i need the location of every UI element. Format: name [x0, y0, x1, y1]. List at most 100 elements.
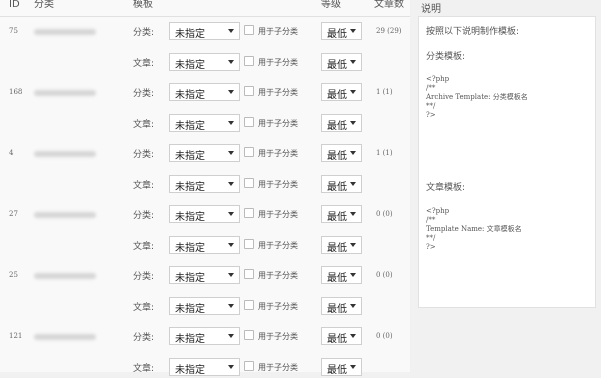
- select-value: 未指定: [175, 182, 205, 193]
- article-level-select[interactable]: 最低: [321, 236, 362, 254]
- dropdown-arrow-icon: [350, 182, 356, 186]
- select-value: 最低: [327, 334, 347, 345]
- header-divider: [0, 16, 410, 17]
- dropdown-arrow-icon: [228, 121, 234, 125]
- article-template-subrow: 文章: 未指定 用于子分类 最低: [0, 114, 410, 134]
- subcategory-checkbox-label: 用于子分类: [258, 241, 298, 250]
- select-value: 未指定: [175, 273, 205, 284]
- category-template-select[interactable]: 未指定: [169, 83, 240, 101]
- category-template-select[interactable]: 未指定: [169, 327, 240, 345]
- subcategory-checkbox-label: 用于子分类: [258, 302, 298, 311]
- select-value: 未指定: [175, 121, 205, 132]
- subcategory-checkbox[interactable]: [244, 56, 254, 66]
- category-label: 分类:: [133, 150, 155, 160]
- article-template-subrow: 文章: 未指定 用于子分类 最低: [0, 175, 410, 195]
- select-value: 最低: [327, 273, 347, 284]
- category-level-select[interactable]: 最低: [321, 327, 362, 345]
- category-template-select[interactable]: 未指定: [169, 266, 240, 284]
- article-template-select[interactable]: 未指定: [169, 358, 240, 376]
- dropdown-arrow-icon: [350, 121, 356, 125]
- subcategory-checkbox[interactable]: [244, 330, 254, 340]
- subcategory-checkbox[interactable]: [244, 25, 254, 35]
- category-label: 分类:: [133, 272, 155, 282]
- article-level-select[interactable]: 最低: [321, 175, 362, 193]
- article-template-subrow: 文章: 未指定 用于子分类 最低: [0, 297, 410, 317]
- code-line: <?php: [426, 207, 450, 215]
- category-level-select[interactable]: 最低: [321, 22, 362, 40]
- dropdown-arrow-icon: [228, 29, 234, 33]
- select-value: 未指定: [175, 304, 205, 315]
- dropdown-arrow-icon: [350, 243, 356, 247]
- category-template-subrow: 分类: 未指定 用于子分类 最低: [0, 327, 410, 347]
- dropdown-arrow-icon: [228, 334, 234, 338]
- dropdown-arrow-icon: [228, 212, 234, 216]
- article-template-select[interactable]: 未指定: [169, 53, 240, 71]
- subcategory-checkbox-label: 用于子分类: [258, 332, 298, 341]
- dropdown-arrow-icon: [228, 182, 234, 186]
- article-level-select[interactable]: 最低: [321, 297, 362, 315]
- subcategory-checkbox[interactable]: [244, 239, 254, 249]
- article-label: 文章:: [133, 59, 155, 69]
- code-line: /**: [426, 84, 436, 92]
- subcategory-checkbox[interactable]: [244, 86, 254, 96]
- article-level-select[interactable]: 最低: [321, 114, 362, 132]
- select-value: 未指定: [175, 212, 205, 223]
- article-template-select[interactable]: 未指定: [169, 236, 240, 254]
- subcategory-checkbox[interactable]: [244, 117, 254, 127]
- category-level-select[interactable]: 最低: [321, 83, 362, 101]
- subcategory-checkbox[interactable]: [244, 147, 254, 157]
- article-level-select[interactable]: 最低: [321, 358, 362, 376]
- article-template-select[interactable]: 未指定: [169, 114, 240, 132]
- category-level-select[interactable]: 最低: [321, 205, 362, 223]
- code-line: /**: [426, 216, 436, 224]
- code-line: Archive Template: 分类模板名: [426, 93, 528, 101]
- article-template-subrow: 文章: 未指定 用于子分类 最低: [0, 53, 410, 73]
- dropdown-arrow-icon: [228, 60, 234, 64]
- dropdown-arrow-icon: [228, 273, 234, 277]
- subcategory-checkbox-label: 用于子分类: [258, 58, 298, 67]
- subcategory-checkbox[interactable]: [244, 269, 254, 279]
- article-template-subrow: 文章: 未指定 用于子分类 最低: [0, 358, 410, 378]
- category-template-subrow: 分类: 未指定 用于子分类 最低: [0, 205, 410, 225]
- category-level-select[interactable]: 最低: [321, 144, 362, 162]
- article-label: 文章:: [133, 364, 155, 374]
- header-category: 分类: [34, 0, 54, 10]
- category-template-select[interactable]: 未指定: [169, 144, 240, 162]
- header-template: 模板: [133, 0, 153, 10]
- dropdown-arrow-icon: [228, 304, 234, 308]
- header-article-count: 文章数: [374, 0, 404, 10]
- select-value: 最低: [327, 29, 347, 40]
- category-template-select[interactable]: 未指定: [169, 205, 240, 223]
- dropdown-arrow-icon: [228, 90, 234, 94]
- article-template-select[interactable]: 未指定: [169, 297, 240, 315]
- description-panel: 按照以下说明制作模板: 分类模板: <?php /** Archive Temp…: [418, 16, 596, 308]
- subcategory-checkbox-label: 用于子分类: [258, 27, 298, 36]
- dropdown-arrow-icon: [350, 334, 356, 338]
- code-line: <?php: [426, 75, 450, 83]
- select-value: 最低: [327, 365, 347, 376]
- category-label: 分类:: [133, 333, 155, 343]
- subcategory-checkbox[interactable]: [244, 208, 254, 218]
- dropdown-arrow-icon: [350, 60, 356, 64]
- article-template-select[interactable]: 未指定: [169, 175, 240, 193]
- dropdown-arrow-icon: [350, 29, 356, 33]
- header-description: 说明: [421, 4, 441, 15]
- article-level-select[interactable]: 最低: [321, 53, 362, 71]
- article-label: 文章:: [133, 181, 155, 191]
- subcategory-checkbox[interactable]: [244, 300, 254, 310]
- subcategory-checkbox[interactable]: [244, 361, 254, 371]
- dropdown-arrow-icon: [350, 273, 356, 277]
- code-line: **/: [426, 234, 436, 242]
- header-level: 等级: [321, 0, 341, 10]
- dropdown-arrow-icon: [228, 243, 234, 247]
- category-template-select[interactable]: 未指定: [169, 22, 240, 40]
- category-level-select[interactable]: 最低: [321, 266, 362, 284]
- subcategory-checkbox-label: 用于子分类: [258, 210, 298, 219]
- dropdown-arrow-icon: [350, 151, 356, 155]
- select-value: 未指定: [175, 29, 205, 40]
- select-value: 未指定: [175, 243, 205, 254]
- article-template-subrow: 文章: 未指定 用于子分类 最低: [0, 236, 410, 256]
- subcategory-checkbox[interactable]: [244, 178, 254, 188]
- select-value: 最低: [327, 151, 347, 162]
- sidebar-category-title: 分类模板:: [426, 52, 466, 62]
